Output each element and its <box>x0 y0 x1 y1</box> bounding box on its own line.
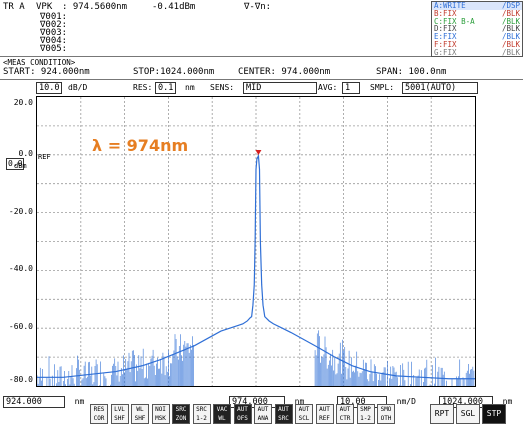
softkey-top-label: SRC <box>175 406 187 413</box>
y-tick-label: -20.0 <box>8 206 33 216</box>
softkey-top-label: SRC <box>196 406 207 413</box>
softkey-bottom-label: SHF <box>134 415 146 422</box>
softkey-top-label: AUT <box>278 406 289 413</box>
softkey-bottom-label: SHF <box>114 415 125 422</box>
trace-row[interactable]: G:FIX/BLK <box>432 47 522 57</box>
scale-value[interactable]: 10.0 <box>36 82 63 94</box>
softkey-bottom-label: SCL <box>298 415 310 422</box>
vpk-label: VPK <box>36 2 53 12</box>
softkey-button[interactable]: WL SHF <box>131 404 149 424</box>
softkey-bottom-label: OTH <box>380 415 392 422</box>
softkey-button[interactable]: LVL SHF <box>110 404 129 424</box>
softkey-top-label: AUT <box>237 406 248 413</box>
softkey-bottom-label: COR <box>93 415 105 422</box>
softkey-button[interactable]: AUT SCL <box>295 404 313 424</box>
softkey-bottom-label: OFS <box>237 415 248 422</box>
softkey-bottom-label: 1-2 <box>360 415 371 422</box>
trace-status-panel[interactable]: A:WRITE/DSP B:FIX/BLK C:FIX B-A/BLK D:FIX/B… <box>431 1 523 57</box>
res-value[interactable]: 0.1 <box>155 82 177 94</box>
softkey-button[interactable]: AUT CTR <box>336 404 354 424</box>
stop-wavelength: STOP:1024.000nm <box>133 67 215 77</box>
stop-button[interactable]: STP <box>482 404 506 424</box>
start-wavelength: START: 924.000nm <box>3 67 90 77</box>
softkey-top-label: SMP <box>360 406 371 413</box>
softkey-bottom-label: WL <box>218 415 226 422</box>
trace-label: TR A <box>3 2 25 12</box>
softkey-button[interactable]: VAC WL <box>213 404 231 424</box>
trace-mode: /BLK <box>501 47 520 57</box>
softkey-top-label: NOI <box>155 406 166 413</box>
avg-value[interactable]: 1 <box>342 82 360 94</box>
softkey-button[interactable]: NOI MSK <box>151 404 170 424</box>
softkey-top-label: AUT <box>319 406 330 413</box>
softkey-bottom-label: MSK <box>155 415 166 422</box>
y-tick-label: -60.0 <box>8 322 33 332</box>
softkey-bottom-label: CTR <box>339 415 351 422</box>
softkey-button[interactable]: SMP 1-2 <box>356 404 375 424</box>
y-tick-label: -80.0 <box>8 375 33 384</box>
y-tick-label: 20.0 <box>13 98 33 107</box>
meas-condition-bar: <MEAS CONDITION> START: 924.000nm STOP:1… <box>0 57 523 80</box>
vpk-wavelength: : 974.5600nm <box>62 2 128 12</box>
smpl-value[interactable]: 5001(AUTO) <box>402 82 478 94</box>
smpl-label: SMPL: <box>370 83 395 92</box>
softkey-bottom-label: REF <box>319 415 330 422</box>
softkey-button[interactable]: SRC ZON <box>172 404 190 424</box>
sens-value[interactable]: MID <box>243 82 317 94</box>
softkey-top-label: LVL <box>114 406 125 413</box>
settings-bar: 10.0 dB/D RES: 0.1 nm SENS: MID AVG: 1 S… <box>0 82 523 96</box>
softkey-bottom-label: 1-2 <box>196 415 207 422</box>
softkey-bar: RES COR LVL SHF WL SHF NOI MSK SRC ZON SRC 1-2 VAC WL… <box>0 389 523 438</box>
res-label: RES: <box>133 83 153 92</box>
scale-unit: dB/D <box>68 83 88 92</box>
softkey-bottom-label: ANA <box>257 415 269 422</box>
softkey-bottom-label: SRC <box>278 415 289 422</box>
softkey-button[interactable]: AUT OFS <box>233 404 252 424</box>
softkey-button[interactable]: SMO OTH <box>377 404 395 424</box>
single-button[interactable]: SGL <box>456 404 480 424</box>
span-value: SPAN: 100.0nm <box>376 67 447 77</box>
softkey-top-label: RES <box>93 406 105 413</box>
ref-unit: dBm <box>14 162 27 170</box>
center-wavelength: CENTER: 974.000nm <box>238 67 331 77</box>
repeat-button[interactable]: RPT <box>430 404 454 424</box>
softkey-top-label: AUT <box>298 406 310 413</box>
avg-label: AVG: <box>318 83 338 92</box>
softkey-top-label: SMO <box>380 406 392 413</box>
marker-info-panel: TR A VPK : 974.5600nm -0.41dBm ∇-∇n: ∇00… <box>0 0 523 57</box>
delta-marker-label: ∇-∇n: <box>244 2 272 12</box>
vpk-level: -0.41dBm <box>152 2 196 12</box>
softkey-button[interactable]: AUT ANA <box>254 404 272 424</box>
marker-005: ∇005: <box>40 44 68 54</box>
softkey-bottom-label: ZON <box>175 415 187 422</box>
trace-name: G:FIX <box>434 47 457 57</box>
softkey-top-label: WL <box>136 406 144 413</box>
sens-label: SENS: <box>210 83 235 92</box>
softkey-top-label: VAC <box>216 406 228 413</box>
softkey-button[interactable]: AUT REF <box>315 404 334 424</box>
softkey-button[interactable]: RES COR <box>90 404 108 424</box>
softkey-top-label: AUT <box>339 406 351 413</box>
softkey-button[interactable]: SRC 1-2 <box>192 404 211 424</box>
res-unit: nm <box>185 83 195 92</box>
y-tick-label: -40.0 <box>8 264 33 274</box>
softkey-button[interactable]: AUT SRC <box>274 404 293 424</box>
softkey-top-label: AUT <box>257 406 269 413</box>
wavelength-annotation: λ = 974nm <box>92 136 189 155</box>
